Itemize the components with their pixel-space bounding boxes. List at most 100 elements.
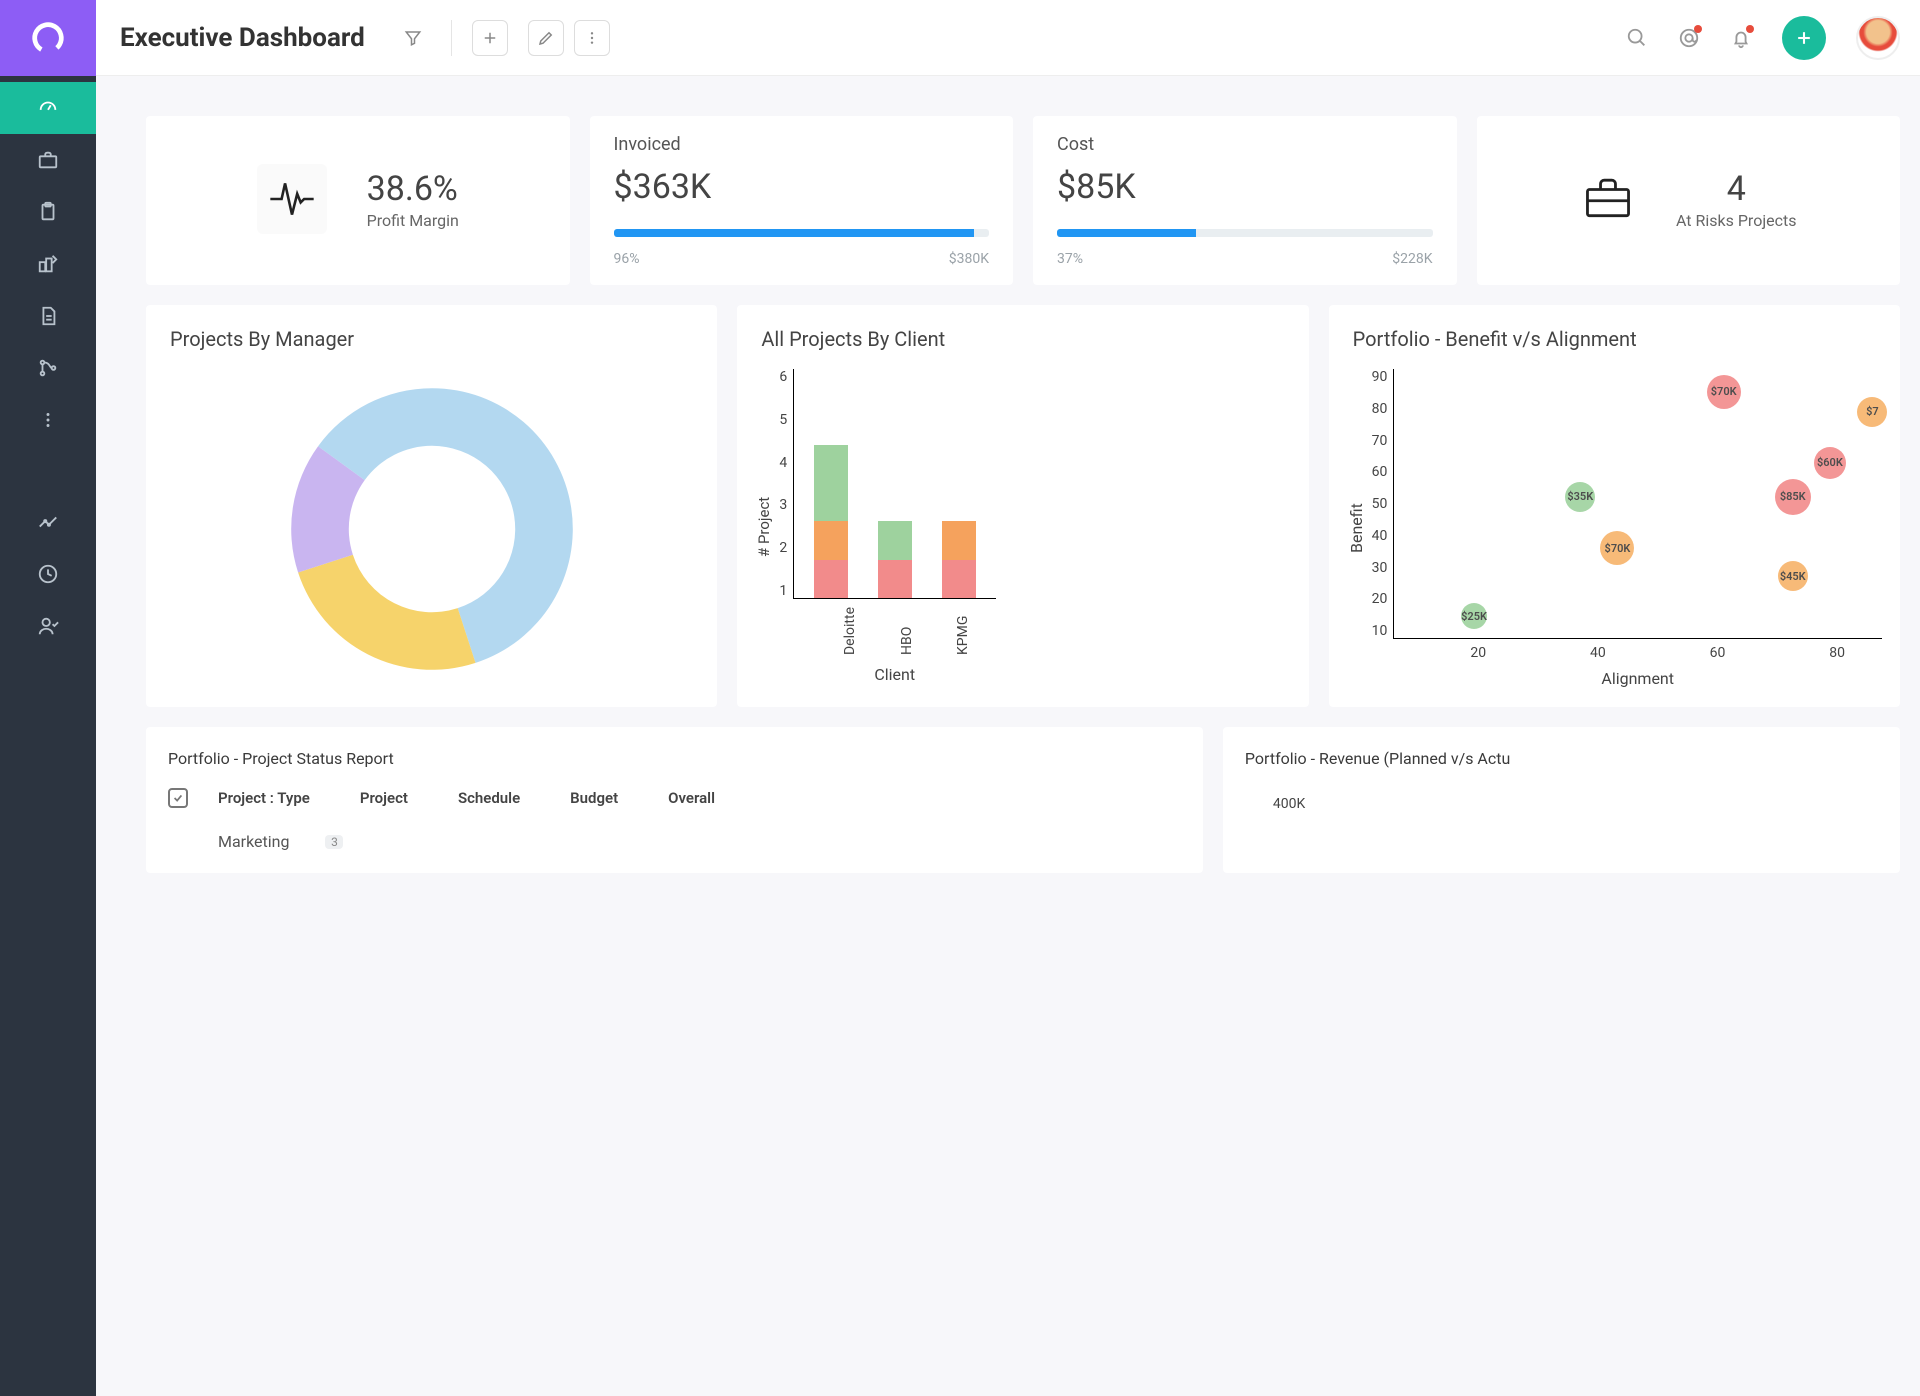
- panel-status-report[interactable]: Portfolio - Project Status Report Projec…: [146, 727, 1203, 873]
- kpi-profit-margin[interactable]: 38.6% Profit Margin: [146, 116, 570, 285]
- column-header[interactable]: Project: [360, 789, 408, 807]
- add-widget-button[interactable]: [472, 20, 508, 56]
- nav-reports[interactable]: [0, 238, 96, 290]
- nav-dashboard[interactable]: [0, 82, 96, 134]
- global-add-button[interactable]: [1782, 16, 1826, 60]
- bubble-point[interactable]: $70K: [1600, 531, 1634, 565]
- x-axis-label: Client: [793, 665, 996, 684]
- bubble-chart: Benefit 102030405060708090 $25K$35K$70K$…: [1347, 369, 1882, 688]
- x-tick: 40: [1590, 645, 1606, 661]
- y-tick: 50: [1372, 496, 1388, 512]
- bubble-point[interactable]: $60K: [1814, 447, 1846, 479]
- kpi-label: Cost: [1057, 134, 1433, 155]
- group-name: Marketing: [218, 832, 289, 851]
- activity-icon: [257, 164, 327, 234]
- nav-git[interactable]: [0, 342, 96, 394]
- nav-tasks[interactable]: [0, 186, 96, 238]
- kpi-value: 38.6%: [367, 169, 459, 209]
- search-icon[interactable]: [1626, 27, 1648, 49]
- bubble-point[interactable]: $45K: [1778, 561, 1808, 591]
- x-tick: 80: [1829, 645, 1845, 661]
- kpi-at-risk[interactable]: 4 At Risks Projects: [1477, 116, 1901, 285]
- kpi-value: $85K: [1057, 167, 1433, 207]
- user-avatar[interactable]: [1856, 16, 1900, 60]
- kpi-pct: 37%: [1057, 251, 1083, 267]
- y-tick: 2: [779, 540, 787, 556]
- column-header[interactable]: Schedule: [458, 789, 520, 807]
- panel-title: Portfolio - Revenue (Planned v/s Actu: [1245, 749, 1878, 768]
- app-logo[interactable]: [0, 0, 96, 76]
- main-content: 38.6% Profit Margin Invoiced $363K 96% $…: [96, 76, 1920, 1396]
- kpi-label: Invoiced: [614, 134, 990, 155]
- x-tick: 20: [1470, 645, 1486, 661]
- y-tick: 90: [1372, 369, 1388, 385]
- bar-chart: # Project 654321 DeloitteHBOKPMG Client: [755, 369, 1290, 684]
- y-tick: 40: [1372, 528, 1388, 544]
- row3: Portfolio - Project Status Report Projec…: [146, 727, 1900, 873]
- bubble-point[interactable]: $25K: [1461, 603, 1487, 629]
- panel-title: Projects By Manager: [164, 327, 699, 351]
- x-tick: 60: [1710, 645, 1726, 661]
- panel-revenue[interactable]: Portfolio - Revenue (Planned v/s Actu 40…: [1223, 727, 1900, 873]
- briefcase-icon: [1580, 169, 1636, 229]
- group-count-badge: 3: [325, 835, 343, 849]
- nav-docs[interactable]: [0, 290, 96, 342]
- kpi-goal: $228K: [1392, 251, 1432, 267]
- kpi-goal: $380K: [949, 251, 989, 267]
- panel-title: All Projects By Client: [755, 327, 1290, 351]
- panel-benefit-alignment[interactable]: Portfolio - Benefit v/s Alignment Benefi…: [1329, 305, 1900, 707]
- table-group-row[interactable]: Marketing 3: [168, 814, 1181, 851]
- panel-projects-by-manager[interactable]: Projects By Manager: [146, 305, 717, 707]
- bubble-point[interactable]: $85K: [1775, 479, 1811, 515]
- kpi-pct: 96%: [614, 251, 640, 267]
- column-header[interactable]: Overall: [668, 789, 715, 807]
- mentions-icon[interactable]: [1678, 27, 1700, 49]
- y-tick: 30: [1372, 560, 1388, 576]
- kpi-value: $363K: [614, 167, 990, 207]
- progress-bar: [614, 229, 990, 237]
- progress-bar: [1057, 229, 1433, 237]
- table-header: Project : Type Project Schedule Budget Overa…: [168, 768, 1181, 814]
- panel-title: Portfolio - Benefit v/s Alignment: [1347, 327, 1882, 351]
- nav-analytics[interactable]: [0, 496, 96, 548]
- page-title: Executive Dashboard: [120, 23, 365, 53]
- notification-dot: [1694, 25, 1702, 33]
- left-nav-rail: [0, 76, 96, 1396]
- kpi-value: 4: [1676, 169, 1797, 209]
- nav-portfolio[interactable]: [0, 134, 96, 186]
- bell-icon[interactable]: [1730, 27, 1752, 49]
- edit-button[interactable]: [528, 20, 564, 56]
- y-tick: 3: [779, 497, 787, 513]
- top-bar: Executive Dashboard: [0, 0, 1920, 76]
- x-tick: HBO: [899, 607, 915, 655]
- bubble-point[interactable]: $70K: [1707, 375, 1741, 409]
- y-tick: 10: [1372, 623, 1388, 639]
- y-tick: 4: [779, 455, 787, 471]
- nav-time[interactable]: [0, 548, 96, 600]
- bubble-point[interactable]: $35K: [1565, 482, 1595, 512]
- y-tick: 400K: [1245, 768, 1878, 812]
- nav-more[interactable]: [0, 394, 96, 446]
- kpi-label: At Risks Projects: [1676, 211, 1797, 230]
- panel-title: Portfolio - Project Status Report: [168, 749, 1181, 768]
- column-header[interactable]: Project : Type: [218, 789, 310, 807]
- x-tick: Deloitte: [842, 607, 858, 655]
- y-axis-label: Benefit: [1347, 369, 1366, 688]
- x-axis-label: Alignment: [1393, 669, 1882, 688]
- more-menu-button[interactable]: [574, 20, 610, 56]
- column-header[interactable]: Budget: [570, 789, 618, 807]
- notification-dot: [1746, 25, 1754, 33]
- y-tick: 20: [1372, 591, 1388, 607]
- kpi-cost[interactable]: Cost $85K 37% $228K: [1033, 116, 1457, 285]
- x-tick: KPMG: [955, 607, 971, 655]
- kpi-label: Profit Margin: [367, 211, 459, 230]
- y-axis-label: # Project: [755, 369, 773, 684]
- kpi-invoiced[interactable]: Invoiced $363K 96% $380K: [590, 116, 1014, 285]
- nav-people[interactable]: [0, 600, 96, 652]
- panel-projects-by-client[interactable]: All Projects By Client # Project 654321 …: [737, 305, 1308, 707]
- donut-chart: [272, 369, 592, 689]
- charts-row: Projects By Manager All Projects By Clie…: [146, 305, 1900, 707]
- select-all-checkbox[interactable]: [168, 788, 188, 808]
- bubble-point[interactable]: $7: [1857, 397, 1887, 427]
- filter-button[interactable]: [395, 20, 431, 56]
